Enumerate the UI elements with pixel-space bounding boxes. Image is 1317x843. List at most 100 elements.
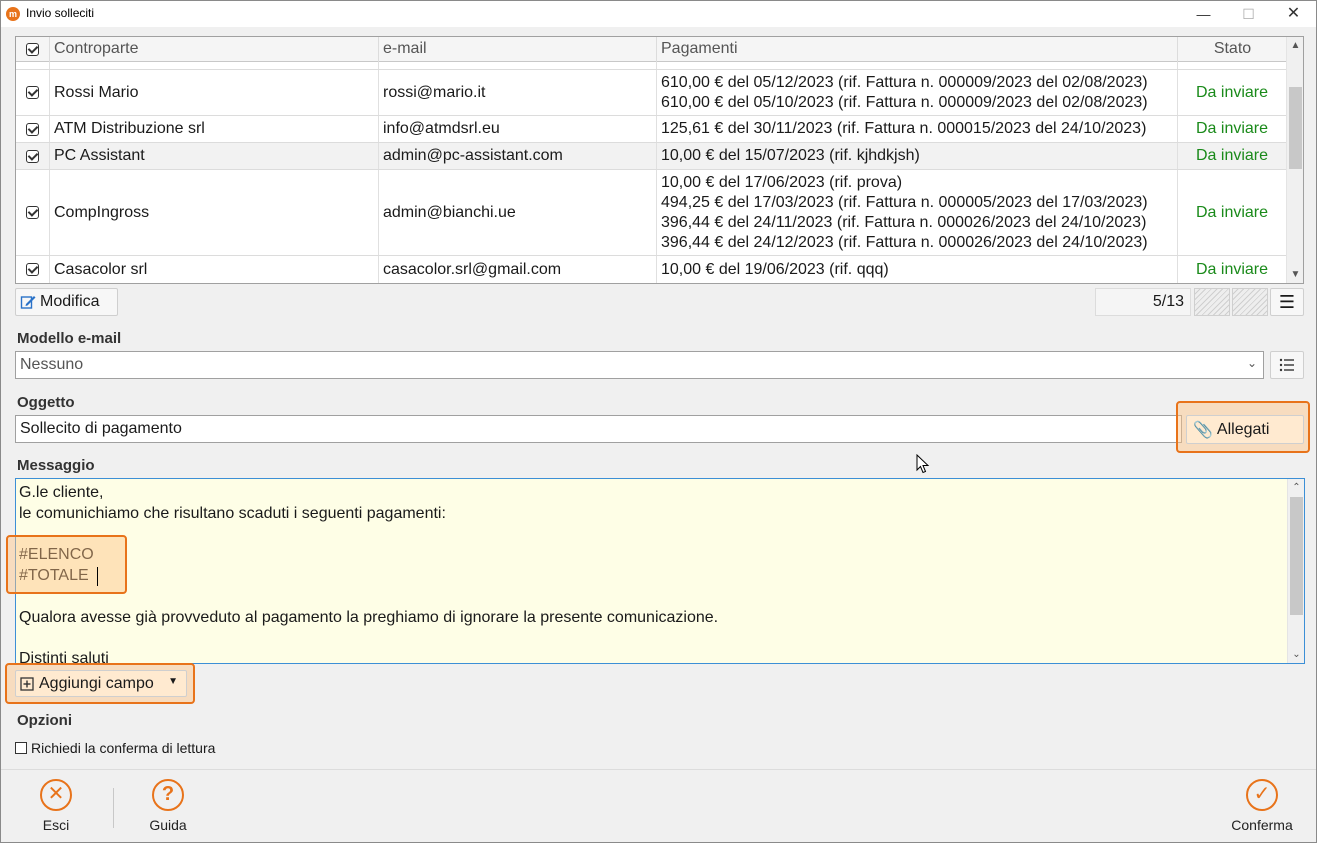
row-checkbox-cell[interactable] (16, 143, 50, 169)
invio-solleciti-window: m Invio solleciti — ☐ ✕ Controparte e-ma… (0, 0, 1317, 843)
modello-select[interactable]: Nessuno ⌄ (15, 351, 1264, 379)
partial-cell (379, 62, 657, 69)
table-row[interactable]: PC Assistant admin@pc-assistant.com 10,0… (16, 143, 1287, 170)
cell-pagamenti: 10,00 € del 19/06/2023 (rif. qqq) (657, 256, 1178, 283)
scroll-down-arrow-icon[interactable]: ▼ (1287, 266, 1303, 283)
disabled-filter-button[interactable] (1194, 288, 1230, 316)
window-title: Invio solleciti (26, 6, 95, 20)
modello-selected-value: Nessuno (20, 356, 84, 373)
table-scroll-thumb[interactable] (1289, 87, 1302, 169)
cell-email: rossi@mario.it (379, 70, 657, 115)
oggetto-value: Sollecito di pagamento (20, 420, 182, 437)
mouse-pointer-icon (916, 454, 930, 474)
scroll-up-arrow-icon[interactable]: ▲ (1287, 37, 1303, 54)
menu-button[interactable]: ☰ (1270, 288, 1304, 316)
minimize-button[interactable]: — (1181, 1, 1226, 27)
allegati-button[interactable]: 📎 Allegati (1186, 415, 1304, 444)
modifica-label: Modifica (40, 293, 100, 310)
row-checkbox-cell[interactable] (16, 116, 50, 142)
status-badge: Da inviare (1178, 116, 1287, 142)
conferma-label: Conferma (1231, 817, 1293, 833)
payment-line: 10,00 € del 19/06/2023 (rif. qqq) (661, 260, 889, 278)
payment-line: 610,00 € del 05/10/2023 (rif. Fattura n.… (661, 93, 1148, 111)
maximize-button[interactable]: ☐ (1226, 1, 1271, 27)
messaggio-label: Messaggio (17, 457, 95, 474)
table-scrollbar[interactable]: ▲ ▼ (1286, 37, 1303, 283)
aggiungi-campo-label: Aggiungi campo (39, 674, 154, 692)
footer-separator (113, 788, 114, 828)
table-row[interactable]: Casacolor srl casacolor.srl@gmail.com 10… (16, 256, 1287, 283)
row-checkbox-cell[interactable] (16, 256, 50, 283)
cell-email: admin@pc-assistant.com (379, 143, 657, 169)
esci-button[interactable]: ✕ Esci (31, 779, 81, 833)
payment-line: 494,25 € del 17/03/2023 (rif. Fattura n.… (661, 193, 1148, 211)
row-checkbox[interactable] (26, 149, 39, 163)
header-stato[interactable]: Stato (1178, 37, 1287, 62)
header-controparte[interactable]: Controparte (50, 37, 379, 62)
partial-cell (657, 62, 1178, 69)
opzioni-label: Opzioni (17, 712, 72, 729)
add-field-icon (20, 676, 34, 691)
scroll-up-arrow-icon[interactable]: ⌃ (1288, 479, 1304, 496)
header-email[interactable]: e-mail (379, 37, 657, 62)
oggetto-input[interactable]: Sollecito di pagamento (15, 415, 1182, 443)
payment-line: 125,61 € del 30/11/2023 (rif. Fattura n.… (661, 120, 1147, 137)
status-badge: Da inviare (1178, 143, 1287, 169)
conferma-button[interactable]: ✓ Conferma (1227, 779, 1297, 833)
cell-controparte: Casacolor srl (50, 256, 379, 283)
text-caret (97, 567, 98, 586)
row-checkbox[interactable] (26, 122, 39, 136)
table-row-partial (16, 62, 1287, 70)
row-checkbox-cell[interactable] (16, 170, 50, 255)
select-all-checkbox[interactable] (26, 43, 39, 56)
payment-line: 10,00 € del 17/06/2023 (rif. prova) (661, 173, 903, 191)
cell-pagamenti: 10,00 € del 17/06/2023 (rif. prova) 494,… (657, 170, 1178, 255)
checkmark-circle-icon: ✓ (1246, 779, 1278, 811)
message-scrollbar[interactable]: ⌃ ⌄ (1287, 479, 1304, 663)
title-bar: m Invio solleciti — ☐ ✕ (1, 1, 1316, 27)
cell-email: info@atmdsrl.eu (379, 116, 657, 142)
chevron-down-icon: ⌄ (1246, 356, 1257, 370)
status-badge: Da inviare (1178, 256, 1287, 283)
messaggio-textarea[interactable]: G.le cliente, le comunichiamo che risult… (15, 478, 1305, 664)
table-row[interactable]: ATM Distribuzione srl info@atmdsrl.eu 12… (16, 116, 1287, 143)
close-circle-icon: ✕ (40, 779, 72, 811)
footer-divider (1, 769, 1316, 770)
partial-cell (16, 62, 50, 69)
app-logo-icon: m (6, 7, 20, 21)
row-checkbox[interactable] (26, 206, 39, 219)
modello-label: Modello e-mail (17, 330, 122, 347)
modifica-button[interactable]: Modifica (15, 288, 118, 316)
row-checkbox-cell[interactable] (16, 70, 50, 115)
dropdown-caret-icon[interactable]: ▼ (168, 676, 178, 687)
aggiungi-campo-button[interactable]: Aggiungi campo ▼ (15, 670, 187, 697)
paperclip-icon: 📎 (1193, 421, 1213, 439)
header-pagamenti[interactable]: Pagamenti (657, 37, 1178, 62)
guida-button[interactable]: ? Guida (143, 779, 193, 833)
disabled-filter-button-2[interactable] (1232, 288, 1268, 316)
cell-controparte: CompIngross (50, 170, 379, 255)
message-scroll-thumb[interactable] (1290, 497, 1303, 615)
status-badge: Da inviare (1178, 170, 1287, 255)
row-counter: 5/13 (1095, 288, 1191, 316)
payment-line: 396,44 € del 24/11/2023 (rif. Fattura n.… (661, 213, 1147, 231)
help-icon: ? (152, 779, 184, 811)
cell-controparte: ATM Distribuzione srl (50, 116, 379, 142)
conferma-lettura-option[interactable]: Richiedi la conferma di lettura (15, 740, 215, 756)
select-all-header[interactable] (16, 37, 50, 62)
hamburger-menu-icon: ☰ (1278, 291, 1296, 312)
conferma-lettura-checkbox[interactable] (15, 742, 27, 754)
modello-list-button[interactable] (1270, 351, 1304, 379)
cell-controparte: PC Assistant (50, 143, 379, 169)
row-checkbox[interactable] (26, 86, 39, 99)
row-checkbox[interactable] (26, 263, 39, 276)
cell-pagamenti: 610,00 € del 05/12/2023 (rif. Fattura n.… (657, 70, 1178, 115)
close-button[interactable]: ✕ (1271, 1, 1316, 27)
table-row[interactable]: CompIngross admin@bianchi.ue 10,00 € del… (16, 170, 1287, 256)
partial-cell (50, 62, 379, 69)
scroll-down-arrow-icon[interactable]: ⌄ (1288, 646, 1304, 663)
cell-controparte: Rossi Mario (50, 70, 379, 115)
payment-line: 10,00 € del 15/07/2023 (rif. kjhdkjsh) (661, 147, 920, 164)
table-header: Controparte e-mail Pagamenti Stato (16, 37, 1287, 62)
table-row[interactable]: Rossi Mario rossi@mario.it 610,00 € del … (16, 70, 1287, 116)
